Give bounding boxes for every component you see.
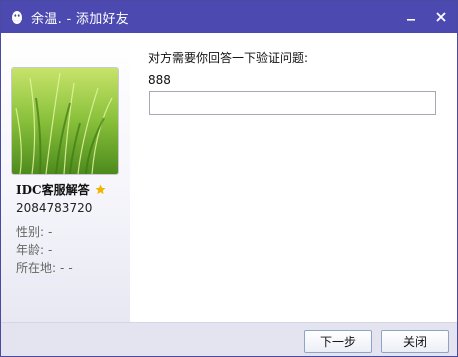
add-friend-window: 余温. - 添加好友 IDC客服解答 2084783720 性别: - 年龄: … — [0, 0, 458, 357]
gender-info: 性别: - — [16, 223, 56, 240]
next-step-button[interactable]: 下一步 — [304, 330, 372, 353]
age-info: 年龄: - — [16, 241, 56, 258]
title-bar[interactable]: 余温. - 添加好友 — [1, 1, 457, 33]
close-window-button[interactable] — [428, 5, 454, 29]
location-info: 所在地: - - — [16, 259, 77, 276]
question-text: 888 — [148, 73, 171, 87]
close-icon — [436, 12, 446, 22]
star-icon — [95, 184, 106, 195]
location-value-1: - — [60, 261, 65, 275]
profile-panel: IDC客服解答 2084783720 性别: - 年龄: - 所在地: - - — [1, 33, 130, 322]
verify-panel: 对方需要你回答一下验证问题: 888 — [130, 33, 457, 322]
profile-name-row: IDC客服解答 — [16, 181, 106, 198]
profile-name: IDC客服解答 — [16, 183, 90, 197]
avatar — [11, 67, 119, 175]
green-grass-photo — [12, 68, 118, 174]
age-label: 年龄: — [16, 243, 45, 257]
question-label: 对方需要你回答一下验证问题: — [148, 51, 309, 65]
gender-label: 性别: — [16, 225, 45, 239]
window-title: 余温. - 添加好友 — [31, 11, 130, 27]
gender-value: - — [48, 225, 53, 239]
minimize-button[interactable] — [398, 5, 424, 29]
location-label: 所在地: — [16, 261, 57, 275]
qq-number: 2084783720 — [16, 201, 93, 215]
minimize-icon — [407, 19, 415, 21]
age-value: - — [48, 243, 53, 257]
answer-input[interactable] — [149, 91, 436, 115]
qq-penguin-icon — [12, 11, 22, 24]
close-button[interactable]: 关闭 — [381, 330, 449, 353]
footer-bar: 下一步 关闭 — [1, 322, 457, 356]
location-value-2: - — [68, 261, 73, 275]
